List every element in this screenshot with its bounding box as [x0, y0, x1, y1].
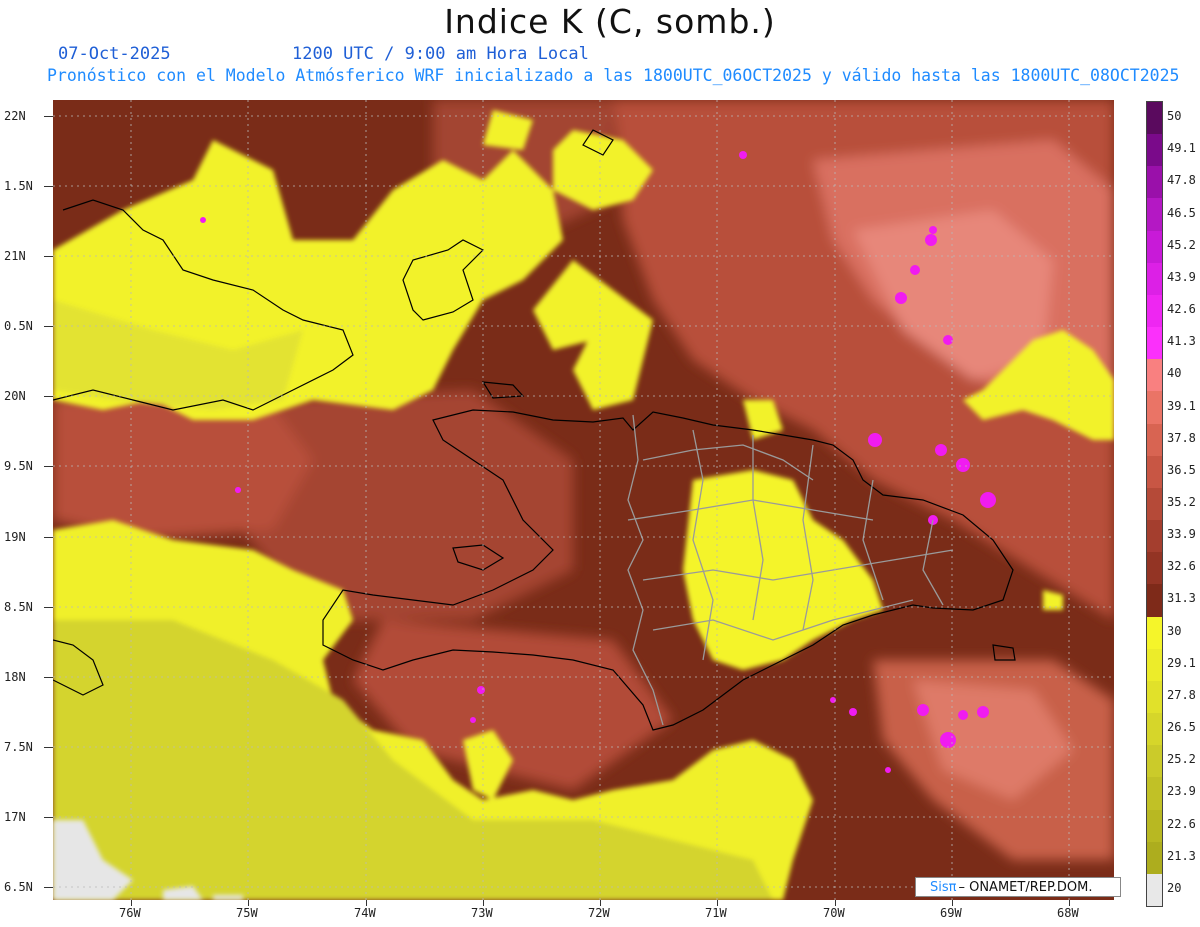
colorbar-label: 39.1: [1167, 398, 1196, 413]
colorbar-label: 21.3: [1167, 848, 1196, 863]
lon-label: 73W: [471, 906, 493, 920]
colorbar-label: 31.3: [1167, 591, 1196, 606]
colorbar-segment: [1147, 166, 1162, 199]
colorbar-label: 37.8: [1167, 430, 1196, 445]
model-description: Pronóstico con el Modelo Atmósferico WRF…: [47, 66, 1180, 85]
colorbar-segment: [1147, 359, 1162, 392]
lat-label: 6.5N: [4, 880, 33, 894]
colorbar-label: 27.8: [1167, 687, 1196, 702]
colorbar-segment: [1147, 777, 1162, 811]
lat-label: 18N: [4, 670, 26, 684]
colorbar-segment: [1147, 648, 1162, 682]
colorbar-segment: [1147, 294, 1162, 328]
colorbar-segment: [1147, 873, 1162, 907]
colorbar-segment: [1147, 680, 1162, 714]
colorbar-segment: [1147, 327, 1162, 360]
lat-label: 0.5N: [4, 319, 33, 333]
colorbar-label: 41.3: [1167, 334, 1196, 349]
colorbar-segment: [1147, 841, 1162, 875]
colorbar-segment: [1147, 262, 1162, 296]
colorbar-label: 47.8: [1167, 173, 1196, 188]
lat-label: 9.5N: [4, 459, 33, 473]
colorbar-segment: [1147, 745, 1162, 778]
lat-label: 21N: [4, 249, 26, 263]
forecast-date: 07-Oct-2025: [58, 44, 171, 64]
colorbar-label: 43.9: [1167, 269, 1196, 284]
lat-label: 8.5N: [4, 600, 33, 614]
lat-label: 1.5N: [4, 179, 33, 193]
k-index-map: [53, 100, 1114, 900]
lat-tick: [44, 887, 53, 888]
lat-tick: [44, 396, 53, 397]
colorbar-segment: [1147, 134, 1162, 167]
colorbar-label: 32.6: [1167, 559, 1196, 574]
colorbar-segment: [1147, 455, 1162, 489]
lat-tick: [44, 186, 53, 187]
lat-tick: [44, 747, 53, 748]
colorbar-segment: [1147, 423, 1162, 457]
lat-tick: [44, 326, 53, 327]
colorbar-label: 45.2: [1167, 237, 1196, 252]
colorbar-label: 42.6: [1167, 302, 1196, 317]
colorbar-label: 25.2: [1167, 752, 1196, 767]
colorbar-segment: [1147, 616, 1162, 650]
colorbar-segment: [1147, 713, 1162, 746]
lat-label: 7.5N: [4, 740, 33, 754]
credit-box: Sisπ – ONAMET/REP.DOM.: [915, 877, 1121, 897]
lat-tick: [44, 677, 53, 678]
map-title: Indice K (C, somb.): [444, 2, 776, 41]
colorbar-segment: [1147, 102, 1162, 135]
lon-label: 76W: [119, 906, 141, 920]
colorbar-segment: [1147, 230, 1162, 264]
lat-tick: [44, 466, 53, 467]
lat-label: 22N: [4, 109, 26, 123]
colorbar-segment: [1147, 584, 1162, 618]
credit-text: – ONAMET/REP.DOM.: [958, 879, 1093, 895]
map-field-svg: [53, 100, 1114, 900]
colorbar-label: 33.9: [1167, 527, 1196, 542]
sispi-logo: Sisπ: [930, 879, 957, 895]
colorbar-label: 35.2: [1167, 495, 1196, 509]
colorbar-segment: [1147, 391, 1162, 425]
lat-tick: [44, 817, 53, 818]
lon-label: 69W: [940, 906, 962, 920]
colorbar-label: 22.6: [1167, 816, 1196, 831]
colorbar-segment: [1147, 520, 1162, 553]
lat-label: 20N: [4, 389, 26, 403]
colorbar-label: 26.5: [1167, 720, 1196, 735]
colorbar-label: 50: [1167, 109, 1182, 124]
lon-label: 74W: [354, 906, 376, 920]
lon-label: 75W: [236, 906, 258, 920]
colorbar-segment: [1147, 809, 1162, 843]
colorbar-segment: [1147, 552, 1162, 585]
lat-label: 17N: [4, 810, 26, 824]
colorbar: [1146, 101, 1163, 907]
lon-label: 68W: [1057, 906, 1079, 920]
colorbar-label: 40: [1167, 366, 1182, 381]
lat-tick: [44, 537, 53, 538]
colorbar-label: 29.1: [1167, 655, 1196, 670]
lat-tick: [44, 607, 53, 608]
colorbar-label: 36.5: [1167, 462, 1196, 477]
colorbar-segment: [1147, 487, 1162, 521]
colorbar-segment: [1147, 198, 1162, 232]
lat-label: 19N: [4, 530, 26, 544]
lon-label: 70W: [823, 906, 845, 920]
lon-label: 72W: [588, 906, 610, 920]
lat-tick: [44, 256, 53, 257]
colorbar-label: 49.1: [1167, 141, 1196, 156]
colorbar-label: 23.9: [1167, 784, 1196, 799]
colorbar-label: 20: [1167, 880, 1182, 895]
lon-label: 71W: [705, 906, 727, 920]
lat-tick: [44, 116, 53, 117]
colorbar-label: 30: [1167, 623, 1182, 638]
forecast-time: 1200 UTC / 9:00 am Hora Local: [292, 44, 589, 64]
colorbar-label: 46.5: [1167, 205, 1196, 220]
